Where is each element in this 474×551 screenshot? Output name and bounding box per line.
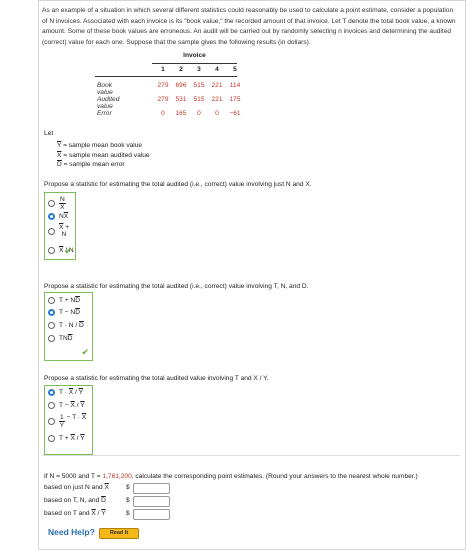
row-label: Book value [97,82,113,96]
table-cell: −61 [229,110,241,117]
row-label: Error [97,110,112,117]
q3-option[interactable]: 1Y − T · X [48,414,86,429]
column-header: 2 [179,66,183,73]
q3-option[interactable]: T · X / Y [48,389,83,396]
radio-button-selected[interactable] [48,389,55,396]
row-label: Audited value [97,96,120,110]
radio-button[interactable] [48,335,55,342]
radio-button[interactable] [48,227,55,235]
radio-button-selected[interactable] [48,309,55,316]
q3-options-box: T · X / Y T − X / Y 1Y − T · X T + X / Y [44,385,93,455]
table-rule [152,63,237,64]
q1-option[interactable]: NX [48,213,68,220]
definition-y: Y = sample mean book value [57,142,143,149]
option-label: T + ND [59,297,80,304]
option-label: T · N / D [59,322,84,329]
answer-input-3[interactable] [133,509,170,520]
table-header: Invoice [183,52,206,59]
q1-option[interactable]: NX [48,196,66,211]
table-cell: 175 [229,96,241,103]
column-header: 1 [161,66,165,73]
let-label: Let [44,130,54,137]
table-rule [95,76,237,77]
option-label: T · X / Y [59,389,83,396]
q3-prompt: Propose a statistic for estimating the t… [44,375,269,382]
definition-x: X = sample mean audited value [57,151,150,159]
answer-label-1: based on just N and X [44,484,109,491]
table-cell: 515 [193,96,205,103]
final-prompt: If N = 5000 and T = 1,761,200, calculate… [44,473,418,480]
q2-option[interactable]: T + ND [48,297,80,304]
radio-button[interactable] [48,322,55,329]
q3-option[interactable]: T − X / Y [48,402,85,409]
q3-option[interactable]: T + X / Y [48,435,85,442]
read-it-button[interactable]: Read It [99,528,139,539]
q2-option[interactable]: T · N / D [48,322,84,329]
table-cell: 279 [157,96,169,103]
currency-symbol: $ [126,510,130,517]
checkmark-icon: ✔ [64,246,72,256]
radio-button[interactable] [48,435,55,442]
currency-symbol: $ [126,497,130,504]
answer-input-1[interactable] [133,483,170,494]
column-header: 4 [215,66,219,73]
table-cell: 515 [193,82,205,89]
currency-symbol: $ [126,484,130,491]
table-cell: 221 [211,96,223,103]
radio-button[interactable] [48,402,55,409]
answer-label-2: based on T, N, and D [44,497,106,504]
q2-option[interactable]: TND [48,335,73,342]
q2-option[interactable]: T − ND [48,309,80,316]
definition-d: D = sample mean error [57,161,125,168]
table-cell: 221 [211,82,223,89]
option-label: T + X / Y [59,435,85,442]
option-label: T − ND [59,309,80,316]
need-help-label: Need Help? [48,527,95,537]
radio-button[interactable] [48,247,55,254]
answer-input-2[interactable] [133,496,170,507]
table-cell: 0 [197,110,201,117]
radio-button-selected[interactable] [48,213,55,220]
q2-options-box: T + ND T − ND T · N / D TND ✔ [44,292,93,361]
table-cell: 279 [157,82,169,89]
radio-button[interactable] [48,297,55,304]
q1-options-box: NX NX X + N X / N ✔ [44,192,76,260]
table-cell: 114 [229,82,241,89]
table-cell: 0 [215,110,219,117]
radio-button[interactable] [48,200,55,207]
table-cell: 0 [161,110,165,117]
option-label: TND [59,335,73,342]
q2-prompt: Propose a statistic for estimating the t… [44,283,309,290]
option-label: 1Y − T · X [59,414,87,429]
option-label: X + N [59,224,70,238]
column-header: 5 [233,66,237,73]
checkmark-icon: ✔ [81,347,89,357]
q1-prompt: Propose a statistic for estimating the t… [44,181,312,188]
column-header: 3 [197,66,201,73]
table-cell: 165 [175,110,187,117]
answer-label-3: based on T and X / Y [44,510,106,517]
table-cell: 531 [175,96,187,103]
option-label: T − X / Y [59,402,85,409]
option-label: NX [59,213,69,220]
radio-button[interactable] [48,418,55,425]
option-label: NX [59,196,66,211]
q1-option[interactable]: X + N [48,224,69,238]
definitions: Y = sample mean book value X = sample me… [57,141,150,170]
intro-text: As an example of a situation in which se… [42,7,456,46]
section-divider [42,455,460,456]
table-cell: 696 [175,82,187,89]
